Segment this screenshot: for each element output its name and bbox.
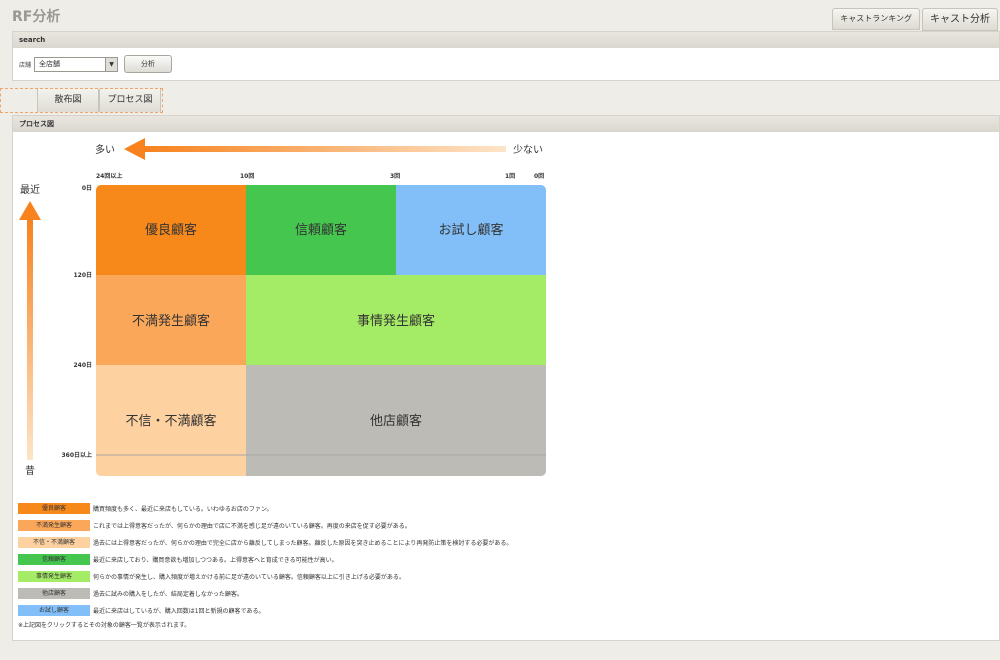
segment-other-store-label: 他店顧客 xyxy=(370,413,422,429)
frequency-few-label: 少ない xyxy=(513,144,543,156)
segment-trust-label: 信頼顧客 xyxy=(295,222,347,238)
frequency-arrow xyxy=(124,138,506,160)
frequency-many-label: 多い xyxy=(95,143,115,156)
legend-swatch-distrust: 不信・不満顧客 xyxy=(18,537,90,548)
x-tick-3: 3回 xyxy=(390,172,400,180)
segment-loyal-label: 優良顧客 xyxy=(145,222,197,238)
legend-desc: 最近に来店しており、購買意欲も増加しつつある。上得意客へと育成できる可能性が高い… xyxy=(93,557,338,564)
x-tick-10: 10回 xyxy=(240,172,254,180)
legend-row: 信頼顧客 最近に来店しており、購買意欲も増加しつつある。上得意客へと育成できる可… xyxy=(18,551,512,568)
x-tick-24: 24回以上 xyxy=(96,172,122,180)
legend-row: 他店顧客 過去に試みの購入をしたが、結局定着しなかった顧客。 xyxy=(18,585,512,602)
legend-row: 不信・不満顧客 過去には上得意客だったが、何らかの理由で完全に店から離反してしま… xyxy=(18,534,512,551)
legend-desc: 購買頻度も多く、最近に来店もしている。いわゆるお店のファン。 xyxy=(93,506,273,513)
recency-arrow xyxy=(19,201,41,460)
legend-swatch-loyal: 優良顧客 xyxy=(18,503,90,514)
legend-row: 優良顧客 購買頻度も多く、最近に来店もしている。いわゆるお店のファン。 xyxy=(18,500,512,517)
y-tick-120: 120日 xyxy=(73,272,92,279)
legend-desc: 過去に試みの購入をしたが、結局定着しなかった顧客。 xyxy=(93,591,243,598)
chart-note: ※上記図をクリックするとその対象の顧客一覧が表示されます。 xyxy=(18,622,191,629)
segment-dissatisfied-label: 不満発生顧客 xyxy=(132,313,210,329)
legend-swatch-trial: お試し顧客 xyxy=(18,605,90,616)
y-tick-240: 240日 xyxy=(73,362,92,369)
segment-trial-label: お試し顧客 xyxy=(438,222,503,238)
legend: 優良顧客 購買頻度も多く、最近に来店もしている。いわゆるお店のファン。 不満発生… xyxy=(18,500,512,619)
legend-desc: 何らかの事情が発生し、購入頻度が増えかける前に足が遠のいている顧客。信頼顧客以上… xyxy=(93,574,405,581)
segment-circumstance-label: 事情発生顧客 xyxy=(357,313,435,329)
legend-row: お試し顧客 最近に来店はしているが、購入回数は1回と新規の顧客である。 xyxy=(18,602,512,619)
legend-row: 不満発生顧客 これまでは上得意客だったが、何らかの理由で店に不満を感じ足が遠のい… xyxy=(18,517,512,534)
recency-recent-label: 最近 xyxy=(20,183,40,196)
x-tick-1: 1回 xyxy=(505,172,515,180)
segment-distrust-label: 不信・不満顧客 xyxy=(125,413,216,429)
legend-row: 事情発生顧客 何らかの事情が発生し、購入頻度が増えかける前に足が遠のいている顧客… xyxy=(18,568,512,585)
y-tick-0: 0日 xyxy=(82,185,92,192)
legend-desc: 最近に来店はしているが、購入回数は1回と新規の顧客である。 xyxy=(93,608,265,615)
legend-desc: 過去には上得意客だったが、何らかの理由で完全に店から離反してしまった顧客。離反し… xyxy=(93,540,513,547)
legend-swatch-other-store: 他店顧客 xyxy=(18,588,90,599)
y-tick-360: 360日以上 xyxy=(61,451,92,459)
legend-swatch-circumstance: 事情発生顧客 xyxy=(18,571,90,582)
x-tick-0: 0回 xyxy=(534,172,544,180)
recency-old-label: 昔 xyxy=(25,465,35,477)
process-chart: 多い 少ない 最近 昔 24回以上 10回 3回 1回 0回 0日 120日 2… xyxy=(19,138,546,477)
legend-swatch-trust: 信頼顧客 xyxy=(18,554,90,565)
legend-desc: これまでは上得意客だったが、何らかの理由で店に不満を感じ足が遠のいている顧客。再… xyxy=(93,523,411,530)
legend-swatch-dissatisfied: 不満発生顧客 xyxy=(18,520,90,531)
